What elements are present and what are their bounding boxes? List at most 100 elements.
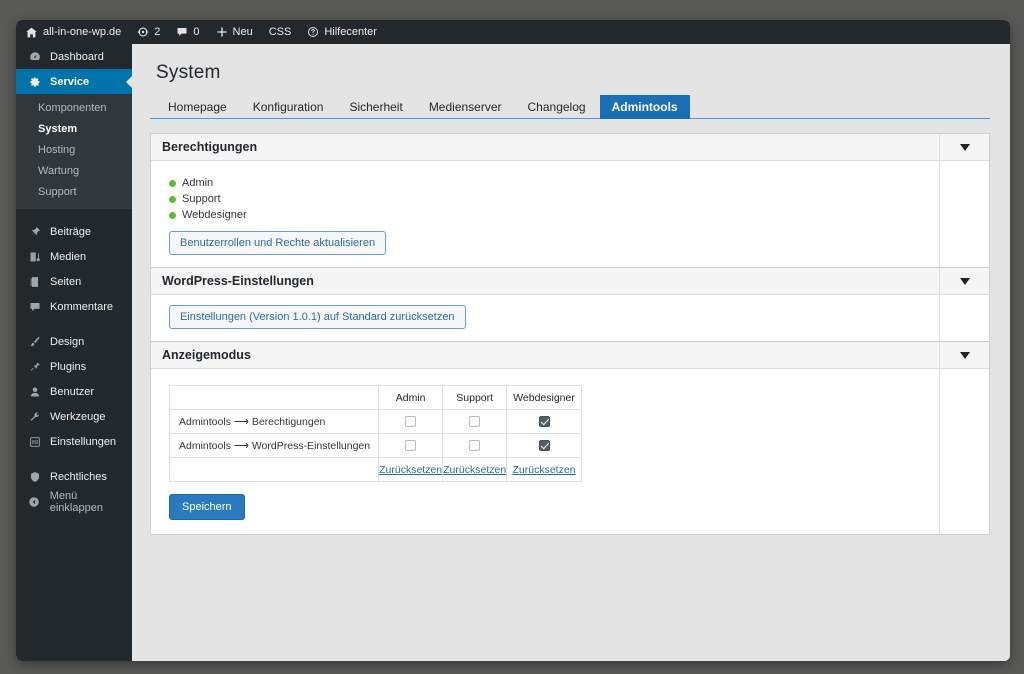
reset-settings-button[interactable]: Einstellungen (Version 1.0.1) auf Standa… <box>169 305 466 329</box>
shield-icon <box>27 471 42 483</box>
column-header-support: Support <box>442 385 508 410</box>
checkbox-wp-einstellungen-webdesigner[interactable] <box>538 440 550 452</box>
sidebar-item-plugins[interactable]: Plugins <box>16 354 132 379</box>
pin-icon <box>27 226 42 238</box>
brush-icon <box>27 336 42 348</box>
sidebar-item-einstellungen[interactable]: Einstellungen <box>16 429 132 454</box>
sidebar-item-label: Seiten <box>50 275 82 288</box>
sliders-icon <box>27 436 42 448</box>
sidebar-item-benutzer[interactable]: Benutzer <box>16 379 132 404</box>
main-content: System Homepage Konfiguration Sicherheit… <box>132 44 1010 661</box>
wrench-icon <box>27 411 42 423</box>
save-button[interactable]: Speichern <box>169 494 245 520</box>
sidebar-item-kommentare[interactable]: Kommentare <box>16 294 132 319</box>
comment-bubble-icon <box>176 26 188 38</box>
table-body: Admintools ⟶ Berechtigungen Admintools ⟶… <box>168 409 582 482</box>
checkbox-wp-einstellungen-admin[interactable] <box>405 440 417 452</box>
panel-header[interactable]: Berechtigungen <box>151 134 989 161</box>
menu-separator <box>16 319 132 329</box>
submenu-item-support[interactable]: Support <box>16 182 132 203</box>
reset-link-webdesigner[interactable]: Zurücksetzen <box>513 464 576 476</box>
new-content-link[interactable]: Neu <box>208 20 261 44</box>
tab-homepage[interactable]: Homepage <box>156 95 239 119</box>
help-center-label: Hilfecenter <box>324 26 377 38</box>
tab-sicherheit[interactable]: Sicherheit <box>337 95 414 119</box>
media-icon <box>27 251 42 263</box>
panel-toggle-button[interactable] <box>940 268 989 295</box>
cell-support <box>442 409 508 434</box>
tab-medienserver[interactable]: Medienserver <box>417 95 514 119</box>
reset-link-support[interactable]: Zurücksetzen <box>443 464 506 476</box>
checkbox-berechtigungen-webdesigner[interactable] <box>538 416 550 428</box>
cell-webdesigner <box>506 433 582 458</box>
role-status-list: Admin Support Webdesigner <box>163 171 977 231</box>
panel-body: Admin Support Webdesigner Benutzerrollen… <box>151 161 989 267</box>
sidebar-item-label: Medien <box>50 250 87 263</box>
site-name-link[interactable]: all-in-one-wp.de <box>16 20 129 44</box>
sidebar-item-beitraege[interactable]: Beiträge <box>16 219 132 244</box>
panel-toggle-button[interactable] <box>940 134 989 161</box>
comments-link[interactable]: 0 <box>168 20 207 44</box>
sidebar-item-medien[interactable]: Medien <box>16 244 132 269</box>
sidebar-item-label: Dashboard <box>50 50 104 63</box>
role-label: Webdesigner <box>182 209 247 221</box>
sidebar-item-service[interactable]: Service <box>16 69 132 94</box>
sidebar-item-seiten[interactable]: Seiten <box>16 269 132 294</box>
dashboard-icon <box>27 51 42 63</box>
submenu-item-komponenten[interactable]: Komponenten <box>16 98 132 119</box>
updates-count: 2 <box>154 26 161 38</box>
sidebar-item-label: Plugins <box>50 360 87 373</box>
cell-reset-support: Zurücksetzen <box>442 457 508 482</box>
menu-separator <box>16 454 132 464</box>
sidebar-item-rechtliches[interactable]: Rechtliches <box>16 464 132 489</box>
status-dot-icon <box>169 195 176 203</box>
pages-icon <box>27 276 42 288</box>
chevron-down-icon <box>959 144 970 151</box>
sidebar-item-collapse-menu[interactable]: Menü einklappen <box>16 489 132 514</box>
plus-icon <box>216 26 228 38</box>
help-icon <box>307 26 319 38</box>
panel-body: Admin Support Webdesigner Admintools ⟶ B… <box>151 369 989 534</box>
list-item: Admin <box>169 175 977 191</box>
table-header-row: Admin Support Webdesigner <box>168 385 582 410</box>
role-label: Admin <box>182 177 214 189</box>
submenu-item-wartung[interactable]: Wartung <box>16 161 132 182</box>
panel-berechtigungen: Berechtigungen Admin Support Webdesigner… <box>150 133 990 267</box>
checkbox-berechtigungen-support[interactable] <box>469 416 481 428</box>
tab-konfiguration[interactable]: Konfiguration <box>241 95 336 119</box>
updates-link[interactable]: 2 <box>129 20 168 44</box>
reset-link-admin[interactable]: Zurücksetzen <box>379 464 442 476</box>
comment-icon <box>27 301 42 313</box>
sidebar-item-werkzeuge[interactable]: Werkzeuge <box>16 404 132 429</box>
sidebar-item-dashboard[interactable]: Dashboard <box>16 44 132 69</box>
panel-title: Berechtigungen <box>162 140 258 154</box>
update-roles-button[interactable]: Benutzerrollen und Rechte aktualisieren <box>169 231 387 255</box>
cell-webdesigner <box>506 409 582 434</box>
user-icon <box>27 386 42 398</box>
checkbox-wp-einstellungen-support[interactable] <box>469 440 481 452</box>
panel-header[interactable]: WordPress-Einstellungen <box>151 268 989 295</box>
help-center-link[interactable]: Hilfecenter <box>299 20 385 44</box>
status-dot-icon <box>169 179 176 187</box>
tab-changelog[interactable]: Changelog <box>516 95 598 119</box>
panel-header[interactable]: Anzeigemodus <box>151 342 989 369</box>
column-header-admin: Admin <box>378 385 444 410</box>
submenu-item-system[interactable]: System <box>16 119 132 140</box>
css-link[interactable]: CSS <box>261 20 300 44</box>
panel-stack: Berechtigungen Admin Support Webdesigner… <box>150 133 990 535</box>
sidebar-item-label: Benutzer <box>50 385 95 398</box>
sidebar-item-design[interactable]: Design <box>16 329 132 354</box>
admin-bar: all-in-one-wp.de 2 0 Neu CSS Hilfecenter <box>16 20 1010 44</box>
panel-toggle-button[interactable] <box>940 342 989 369</box>
tab-admintools[interactable]: Admintools <box>599 95 690 119</box>
sidebar-item-label: Beiträge <box>50 225 91 238</box>
gear-icon <box>27 76 42 88</box>
submenu-item-hosting[interactable]: Hosting <box>16 140 132 161</box>
cell-admin <box>378 433 444 458</box>
tab-bar: Homepage Konfiguration Sicherheit Medien… <box>150 94 990 119</box>
sidebar-item-label: Kommentare <box>50 300 113 313</box>
plug-icon <box>27 361 42 373</box>
panel-wordpress-einstellungen: WordPress-Einstellungen Einstellungen (V… <box>150 267 990 341</box>
checkbox-berechtigungen-admin[interactable] <box>405 416 417 428</box>
panel-body: Einstellungen (Version 1.0.1) auf Standa… <box>151 295 989 341</box>
